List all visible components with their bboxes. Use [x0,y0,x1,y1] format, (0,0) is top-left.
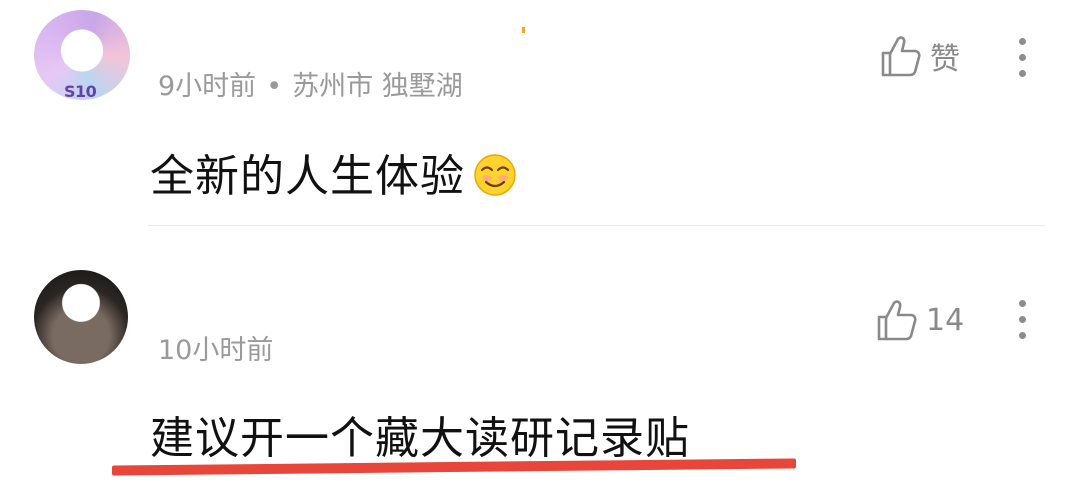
decorative-speck [522,27,525,33]
more-vertical-icon-dot [1018,332,1026,339]
like-count: 14 [926,302,965,338]
comment-meta: 10小时前 [158,328,273,367]
comment-text-row: 全新的人生体验 [150,140,517,204]
thumbs-up-icon [881,36,921,77]
like-button[interactable]: 赞 [880,34,960,78]
like-button[interactable]: 14 [876,298,964,342]
thumbs-up-icon [877,300,917,341]
meta-separator: • [266,71,283,102]
avatar[interactable]: S10 [34,10,130,100]
more-vertical-icon-dot [1018,70,1026,77]
comment-time: 10小时前 [158,335,274,366]
more-options-button[interactable] [1017,300,1027,339]
comment-text: 建议开一个藏大读研记录贴 [150,413,690,464]
like-label: 赞 [930,42,960,77]
comment-divider [148,225,1046,226]
avatar-frame-badge: S10 [64,82,97,100]
comment-list: S10 9小时前 • 苏州市 独墅湖 全新的人生体验 赞 10小时前 建议开一个… [0,0,1080,498]
more-vertical-icon-dot [1018,38,1026,45]
grinning-face-emoji-icon [474,154,516,196]
more-vertical-icon-dot [1018,300,1026,307]
comment-meta: 9小时前 • 苏州市 独墅湖 [158,64,463,103]
more-vertical-icon-dot [1018,54,1026,61]
more-options-button[interactable] [1017,38,1027,77]
comment-location: 苏州市 独墅湖 [292,71,463,102]
comment-text-row: 建议开一个藏大读研记录贴 [150,402,690,466]
comment-text: 全新的人生体验 [150,151,465,202]
comment-time: 9小时前 [158,71,257,102]
more-vertical-icon-dot [1018,316,1026,323]
avatar[interactable] [34,270,128,364]
